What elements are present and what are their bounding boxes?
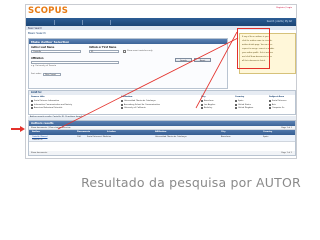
country-checkbox[interactable] — [235, 100, 238, 103]
source-item: Social Science Information — [34, 100, 60, 102]
author-city: Barcelona — [221, 135, 231, 138]
city-checkbox[interactable] — [201, 107, 204, 110]
col-documents[interactable]: Documents — [77, 131, 90, 133]
sort-label: Sort order: — [31, 73, 42, 75]
reset-button[interactable]: Reset — [194, 58, 211, 62]
country-item: United Kingdom — [238, 107, 254, 109]
subject-item: Arts — [272, 103, 276, 106]
subject-checkbox[interactable] — [269, 103, 272, 106]
limit-header: Limit to: — [29, 91, 295, 95]
last-name-value: Castells — [33, 50, 42, 53]
table-row[interactable]: Castells, Manuel Castells, M. 104 Social… — [29, 135, 295, 142]
source-checkbox[interactable] — [31, 107, 34, 110]
country-item: United States — [238, 103, 251, 106]
affiliation-item: University of California — [124, 107, 146, 109]
author-alt-names: Castells, M. — [32, 138, 43, 141]
results-page-label: Page 1 of 1 — [281, 126, 292, 129]
subject-checkbox[interactable] — [269, 100, 272, 103]
exact-match-label: Show exact matches only — [127, 50, 153, 53]
panel-title-bar: Make Author Selection — [29, 39, 227, 44]
col-country: Country — [235, 96, 245, 98]
city-checkbox[interactable] — [201, 103, 204, 106]
source-checkbox[interactable] — [31, 100, 34, 103]
city-item: Barcelona — [204, 100, 214, 102]
nav-crumb[interactable]: Search | Alerts | My list — [267, 20, 292, 23]
results-summary-bar: Author search results: Castells, M. (3 a… — [28, 116, 296, 120]
sort-value: Doc Count — [45, 73, 56, 76]
initials-input[interactable]: M. — [89, 49, 119, 53]
country-checkbox[interactable] — [235, 107, 238, 110]
author-affiliation: Universidad Oberta de Catalunya — [155, 135, 187, 138]
subject-item: Social Sciences — [272, 100, 287, 102]
top-nav-bar: Search | Alerts | My list — [26, 18, 296, 26]
col-result-affiliation[interactable]: Affiliation — [155, 131, 166, 133]
affiliation-hint: e.g. University of Toronto — [31, 65, 57, 67]
author-subjects: Social Sciences; Medicine — [87, 135, 112, 138]
initials-value: M. — [91, 50, 94, 53]
col-result-country[interactable]: Country — [263, 131, 272, 133]
results-column-header: Author Documents h-index Affiliation Cit… — [29, 130, 295, 135]
author-country: Spain — [263, 135, 269, 138]
affiliation-checkbox[interactable] — [121, 103, 124, 106]
col-subject-area: Subject Area — [269, 96, 284, 98]
page-breadcrumb[interactable]: Basic Search — [28, 31, 46, 35]
col-city: City — [201, 96, 206, 98]
country-item: Spain — [238, 100, 244, 102]
limit-to-panel: Limit to: Source title Affiliation City … — [28, 90, 296, 115]
nav-separator — [54, 19, 55, 25]
annotation-arrow-icon — [11, 126, 25, 132]
affiliation-input[interactable] — [31, 60, 119, 64]
nav-separator — [82, 19, 83, 25]
source-item: Information Communication and Society — [34, 103, 73, 106]
last-name-input[interactable]: Castells — [31, 49, 81, 53]
annotation-highlight-box — [237, 28, 270, 69]
col-h-index[interactable]: h-index — [107, 131, 116, 133]
results-toolbar-links[interactable]: Show documents | View citation overview — [31, 127, 70, 129]
subject-checkbox[interactable] — [269, 107, 272, 110]
panel-title: Make Author Selection — [31, 39, 70, 44]
results-header: Authors results — [31, 121, 54, 125]
col-affiliation: Affiliation — [121, 96, 133, 98]
nav-separator — [110, 19, 111, 25]
author-selection-panel: Make Author Selection Author Last Name C… — [28, 38, 228, 89]
footer-show-documents[interactable]: Show documents — [31, 152, 47, 154]
results-summary: Author search results: Castells, M. (3 a… — [30, 116, 83, 119]
exact-match-checkbox[interactable] — [123, 50, 126, 53]
affiliation-checkbox[interactable] — [121, 107, 124, 110]
search-button-label: Search — [180, 59, 187, 62]
affiliation-item: Universidad Oberta de Catalunya — [124, 100, 156, 102]
city-item: Berkeley — [204, 107, 213, 109]
sub-nav-label: Basic Search — [28, 26, 43, 30]
author-doc-count[interactable]: 104 — [77, 136, 81, 138]
scopus-logo[interactable]: SCOPUS — [28, 6, 68, 16]
affiliation-item: Annenberg School for Communication — [124, 103, 160, 106]
city-checkbox[interactable] — [201, 100, 204, 103]
source-checkbox[interactable] — [31, 103, 34, 106]
author-name-link[interactable]: Castells, Manuel — [32, 136, 47, 138]
country-checkbox[interactable] — [235, 103, 238, 106]
col-source-title: Source title — [31, 96, 45, 98]
col-result-city[interactable]: City — [221, 131, 226, 133]
limit-title: Limit to: — [31, 91, 42, 95]
sort-select[interactable]: Doc Count — [43, 72, 61, 76]
author-results-panel: Authors results Show documents | View ci… — [28, 120, 296, 156]
search-button[interactable]: Search — [175, 58, 192, 62]
affiliation-checkbox[interactable] — [121, 100, 124, 103]
footer-page-label: Page 1 of 1 — [281, 151, 292, 154]
reset-button-label: Reset — [199, 59, 206, 62]
source-item: American Behavioral Scientist — [34, 107, 63, 109]
results-footer: Show documents Page 1 of 1 — [29, 151, 295, 155]
subject-item: Computer Sc. — [272, 107, 285, 109]
city-item: Los Angeles — [204, 103, 216, 106]
top-links[interactable]: Register | Login — [276, 7, 292, 9]
slide-caption: Resultado da pesquisa por AUTOR — [81, 175, 301, 190]
col-author[interactable]: Author — [32, 131, 40, 133]
